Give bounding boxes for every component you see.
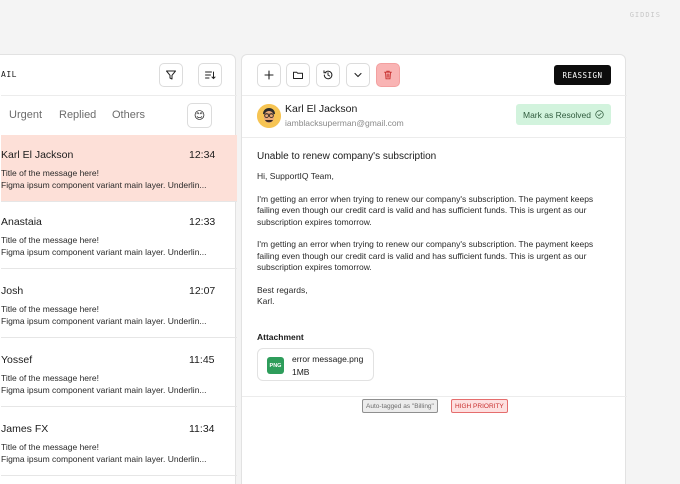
email-body: Unable to renew company's subscription H…: [257, 151, 612, 308]
plus-icon: [264, 70, 274, 80]
tab-urgent[interactable]: Urgent: [9, 109, 42, 121]
add-button[interactable]: [257, 63, 281, 87]
auto-tag-badge: Auto-tagged as "Billing": [362, 399, 438, 413]
sort-icon: [205, 71, 216, 80]
message-time: 12:07: [189, 285, 216, 297]
email-toolbar: REASSIGN: [242, 55, 627, 96]
filter-icon: [166, 70, 176, 80]
chevron-down-icon: [354, 72, 362, 78]
attachment-name: error message.png: [292, 354, 364, 364]
email-paragraph: I'm getting an error when trying to rene…: [257, 239, 594, 272]
sender-header: Karl El Jackson iamblacksuperman@gmail.c…: [242, 96, 627, 138]
tab-others[interactable]: Others: [112, 109, 145, 121]
sender-name: Anastaia: [1, 216, 42, 228]
list-item[interactable]: Anastaia 12:33 Title of the message here…: [1, 202, 237, 269]
mark-resolved-button[interactable]: Mark as Resolved: [516, 104, 611, 125]
delete-button[interactable]: [376, 63, 400, 87]
inbox-tabs: Urgent Replied Others 😊: [1, 96, 237, 135]
list-item[interactable]: James FX 11:34 Title of the message here…: [1, 409, 237, 476]
message-preview: Figma ipsum component variant main layer…: [1, 385, 207, 395]
priority-badge: HIGH PRIORITY: [451, 399, 508, 413]
email-subject: Unable to renew company's subscription: [257, 151, 437, 162]
attachment-card[interactable]: PNG error message.png 1MB: [257, 348, 374, 381]
history-button[interactable]: [316, 63, 340, 87]
email-signature: Karl.: [257, 296, 275, 306]
png-file-icon: PNG: [267, 357, 284, 374]
message-subject: Title of the message here!: [1, 373, 99, 383]
watermark: GIDDIS: [629, 11, 661, 19]
history-icon: [323, 70, 333, 80]
email-signoff: Best regards,: [257, 284, 308, 295]
message-preview: Figma ipsum component variant main layer…: [1, 454, 207, 464]
trash-icon: [384, 70, 392, 80]
message-preview: Figma ipsum component variant main layer…: [1, 316, 207, 326]
sender-name: Josh: [1, 285, 24, 297]
message-time: 12:34: [189, 149, 216, 161]
email-greeting: Hi, SupportIQ Team,: [257, 171, 334, 181]
avatar: [257, 104, 281, 128]
reassign-button[interactable]: REASSIGN: [554, 65, 611, 85]
filter-button[interactable]: [159, 63, 183, 87]
sender-name: James FX: [1, 423, 49, 435]
inbox-panel: AIL Urgent Replied Others 😊 Karl El Jack…: [0, 54, 237, 484]
message-subject: Title of the message here!: [1, 168, 99, 178]
move-to-folder-button[interactable]: [286, 63, 310, 87]
message-time: 11:34: [189, 423, 215, 435]
divider: [242, 396, 627, 397]
message-preview: Figma ipsum component variant main layer…: [1, 180, 207, 190]
more-button[interactable]: [346, 63, 370, 87]
message-subject: Title of the message here!: [1, 442, 99, 452]
sender-email: iamblacksuperman@gmail.com: [285, 118, 404, 128]
check-circle-icon: [595, 110, 604, 119]
email-panel: REASSIGN Karl El Jackson iamblacksuperma…: [241, 54, 627, 484]
message-time: 12:33: [189, 216, 216, 228]
list-item[interactable]: Yossef 11:45 Title of the message here! …: [1, 340, 237, 407]
message-time: 11:45: [189, 354, 215, 366]
avatar-illustration: [257, 104, 281, 128]
sender-name: Yossef: [1, 354, 33, 366]
tab-replied[interactable]: Replied: [59, 109, 96, 121]
attachment-size: 1MB: [292, 367, 310, 377]
inbox-header: AIL: [1, 55, 237, 96]
inbox-title: AIL: [1, 70, 17, 79]
message-subject: Title of the message here!: [1, 304, 99, 314]
smiley-icon: 😊: [193, 110, 206, 122]
list-item[interactable]: Karl El Jackson 12:34 Title of the messa…: [1, 135, 237, 202]
list-item[interactable]: Josh 12:07 Title of the message here! Fi…: [1, 271, 237, 338]
folder-icon: [293, 71, 303, 79]
email-paragraph: I'm getting an error when trying to rene…: [257, 193, 594, 227]
sort-button[interactable]: [198, 63, 222, 87]
mark-resolved-label: Mark as Resolved: [522, 109, 592, 120]
sender-name: Karl El Jackson: [1, 149, 74, 161]
attachment-title: Attachment: [257, 332, 304, 342]
message-preview: Figma ipsum component variant main layer…: [1, 247, 207, 257]
sender-name: Karl El Jackson: [285, 103, 358, 115]
emoji-button[interactable]: 😊: [187, 103, 212, 128]
message-subject: Title of the message here!: [1, 235, 99, 245]
